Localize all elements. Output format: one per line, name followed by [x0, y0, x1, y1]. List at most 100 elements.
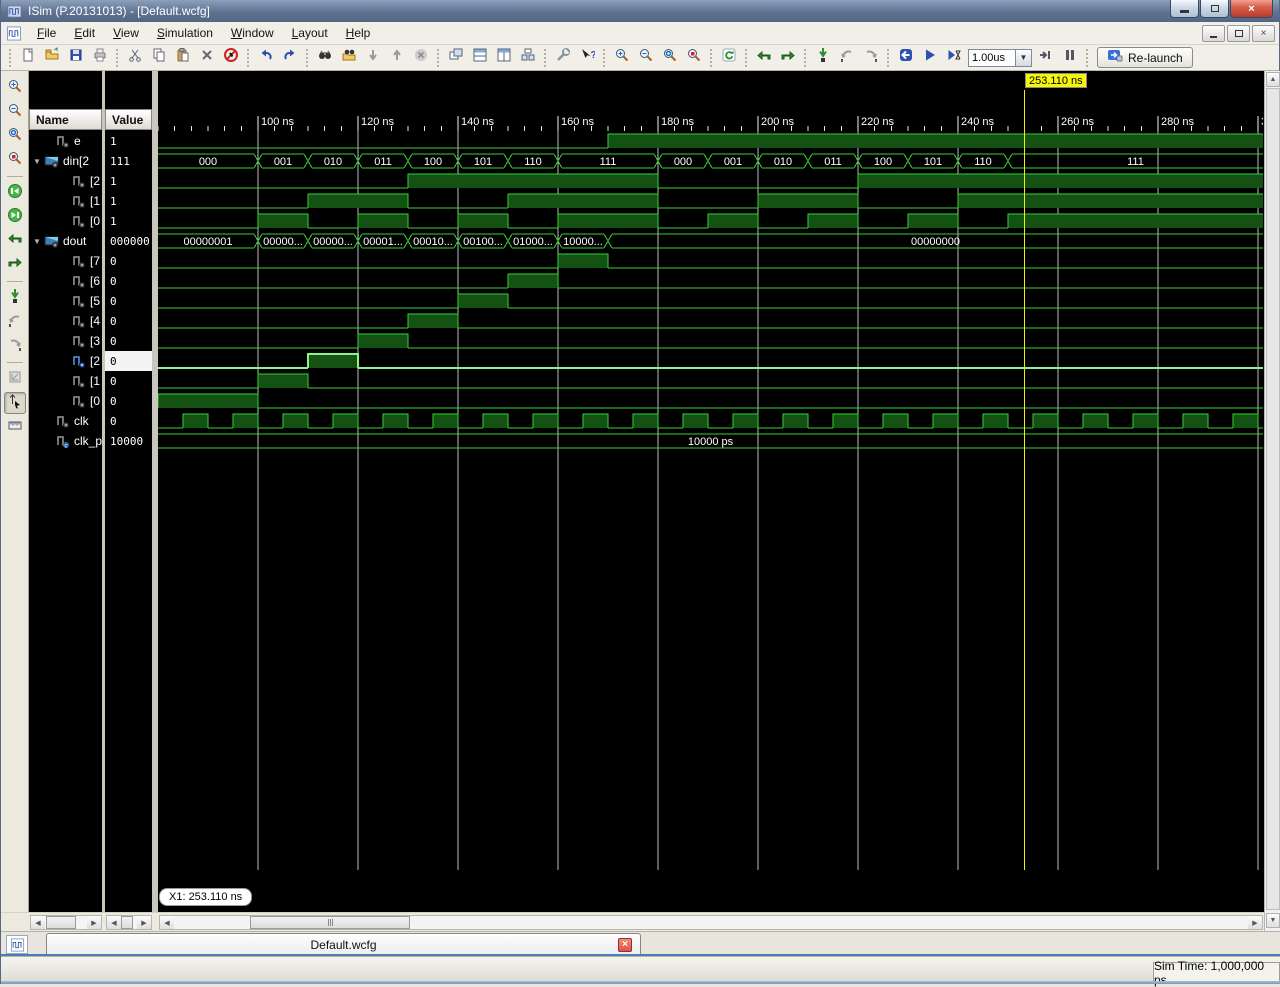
menu-window[interactable]: Window	[222, 23, 283, 44]
signal-value-5[interactable]: 0	[105, 291, 152, 311]
signal-row-1[interactable]: [1	[29, 191, 102, 211]
relaunch-button[interactable]: Re-launch	[1097, 47, 1193, 68]
close-button[interactable]: ×	[1230, 0, 1273, 18]
waveform-canvas[interactable]: 100 ns120 ns140 ns160 ns180 ns200 ns220 …	[158, 103, 1263, 912]
next-transition-button[interactable]	[4, 254, 26, 276]
zoom-in-button[interactable]	[610, 47, 634, 69]
wave-window-icon[interactable]	[6, 935, 28, 954]
zoom-full-view-button[interactable]	[4, 125, 26, 147]
signal-value-1[interactable]: 0	[105, 371, 152, 391]
measure-mode-button[interactable]	[4, 392, 26, 414]
add-marker-button[interactable]	[811, 47, 835, 69]
new-file-button[interactable]	[16, 47, 40, 69]
run-all-button[interactable]	[918, 47, 942, 69]
signal-value-1[interactable]: 1	[105, 191, 152, 211]
previous-marker-button[interactable]	[835, 47, 859, 69]
signal-value-din2[interactable]: 111	[105, 151, 152, 171]
reload-button[interactable]	[717, 47, 741, 69]
undo-button[interactable]	[254, 47, 278, 69]
goto-next-button[interactable]	[776, 47, 800, 69]
previous-marker-button[interactable]	[4, 311, 26, 333]
signal-row-5[interactable]: [5	[29, 291, 102, 311]
signal-row-0[interactable]: [0	[29, 211, 102, 231]
zoom-full-view-button[interactable]	[658, 47, 682, 69]
delete-button[interactable]	[195, 47, 219, 69]
signal-row-2[interactable]: [2	[29, 351, 102, 371]
signal-value-0[interactable]: 0	[105, 391, 152, 411]
vertical-scrollbar[interactable]: ▲ ▼	[1264, 71, 1280, 931]
scroll-up-icon[interactable]: ▲	[1266, 72, 1280, 87]
save-button[interactable]	[64, 47, 88, 69]
tile-horizontal-button[interactable]	[468, 47, 492, 69]
print-button[interactable]	[88, 47, 112, 69]
scroll-left-icon[interactable]: ◀	[107, 916, 121, 929]
signal-row-1[interactable]: [1	[29, 371, 102, 391]
menu-help[interactable]: Help	[337, 23, 380, 44]
next-marker-button[interactable]	[859, 47, 883, 69]
zoom-to-cursor-button[interactable]	[682, 47, 706, 69]
next-marker-button[interactable]	[4, 335, 26, 357]
scroll-thumb[interactable]	[46, 916, 76, 929]
signal-value-dout[interactable]: 000000	[105, 231, 152, 251]
preferences-button[interactable]	[551, 47, 575, 69]
expand-arrow-icon[interactable]: ▼	[33, 237, 44, 246]
mdi-restore-button[interactable]	[1227, 25, 1250, 42]
scroll-left-icon[interactable]: ◀	[31, 916, 45, 929]
move-up-button[interactable]	[385, 47, 409, 69]
wave-scrollbar[interactable]: ◀ ▶	[159, 915, 1263, 930]
zoom-to-cursor-button[interactable]	[4, 149, 26, 171]
snap-to-transition-button[interactable]	[4, 368, 26, 390]
zoom-out-button[interactable]	[4, 101, 26, 123]
signal-value-clk_p[interactable]: 10000	[105, 431, 152, 451]
signal-value-7[interactable]: 0	[105, 251, 152, 271]
open-file-button[interactable]	[40, 47, 64, 69]
signal-value-2[interactable]: 1	[105, 171, 152, 191]
signal-row-dout[interactable]: ▼dout	[29, 231, 102, 251]
context-help-button[interactable]: ?	[575, 47, 599, 69]
mdi-close-button[interactable]: ×	[1252, 25, 1275, 42]
clear-search-button[interactable]	[409, 47, 433, 69]
signal-value-3[interactable]: 0	[105, 331, 152, 351]
zoom-in-button[interactable]	[4, 77, 26, 99]
scroll-thumb[interactable]	[250, 916, 410, 929]
value-panel-scrollbar[interactable]: ◀ ▶	[106, 915, 152, 930]
signal-row-e[interactable]: e	[29, 131, 102, 151]
signal-row-6[interactable]: [6	[29, 271, 102, 291]
tab-default-wcfg[interactable]: Default.wcfg ×	[46, 933, 641, 956]
sim-time-input[interactable]	[968, 49, 1016, 67]
previous-transition-button[interactable]	[4, 230, 26, 252]
sim-time-dropdown-icon[interactable]: ▼	[1016, 49, 1032, 67]
arrange-windows-button[interactable]	[516, 47, 540, 69]
signal-row-0[interactable]: [0	[29, 391, 102, 411]
zoom-out-button[interactable]	[634, 47, 658, 69]
goto-previous-button[interactable]	[752, 47, 776, 69]
menu-layout[interactable]: Layout	[283, 23, 337, 44]
go-to-latest-time-button[interactable]	[4, 206, 26, 228]
scroll-left-icon[interactable]: ◀	[160, 916, 174, 929]
signal-row-2[interactable]: [2	[29, 171, 102, 191]
go-to-time-zero-button[interactable]	[4, 182, 26, 204]
step-button[interactable]	[1034, 47, 1058, 69]
cancel-button[interactable]	[219, 47, 243, 69]
copy-button[interactable]	[147, 47, 171, 69]
vertical-scroll-thumb[interactable]	[1266, 88, 1280, 910]
menu-file[interactable]: File	[28, 23, 65, 44]
cut-button[interactable]	[123, 47, 147, 69]
restore-button[interactable]	[1200, 0, 1229, 18]
move-down-button[interactable]	[361, 47, 385, 69]
menu-simulation[interactable]: Simulation	[148, 23, 222, 44]
waveform-area[interactable]: 100 ns120 ns140 ns160 ns180 ns200 ns220 …	[158, 71, 1264, 912]
cascade-windows-button[interactable]	[444, 47, 468, 69]
signal-row-3[interactable]: [3	[29, 331, 102, 351]
signal-row-7[interactable]: [7	[29, 251, 102, 271]
name-panel-scrollbar[interactable]: ◀ ▶	[30, 915, 102, 930]
expand-arrow-icon[interactable]: ▼	[33, 157, 44, 166]
document-icon[interactable]	[4, 24, 24, 42]
tile-vertical-button[interactable]	[492, 47, 516, 69]
menu-view[interactable]: View	[104, 23, 148, 44]
signal-value-4[interactable]: 0	[105, 311, 152, 331]
add-marker-button[interactable]	[4, 287, 26, 309]
signal-value-e[interactable]: 1	[105, 131, 152, 151]
menu-edit[interactable]: Edit	[65, 23, 104, 44]
signal-row-din2[interactable]: ▼din[2	[29, 151, 102, 171]
